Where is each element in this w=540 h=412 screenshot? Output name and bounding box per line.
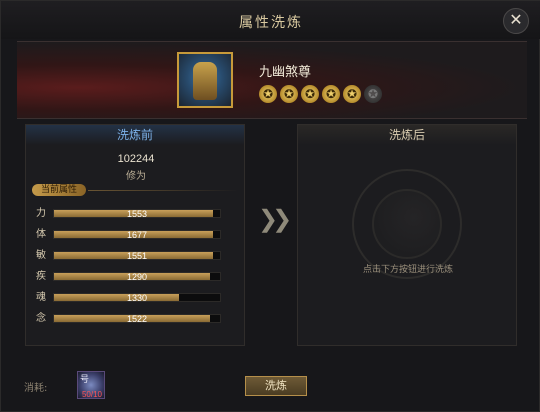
before-panel: 洗炼前 102244 修为 当前属性 力 1553 体 1677 敏 1551 疾 1290 魂… xyxy=(25,124,245,346)
stat-label: 力 xyxy=(36,208,46,219)
stat-label: 疾 xyxy=(36,271,46,282)
stat-value: 1551 xyxy=(126,251,148,261)
refine-window: 属性洗炼 ✕ 九幽煞尊 ✪ ✪ ✪ ✪ ✪ ✪ 洗炼前 102244 修为 当前属性 力1… xyxy=(0,0,540,412)
after-header: 洗炼后 xyxy=(298,125,516,145)
stat-row: 体 1677 xyxy=(36,228,236,242)
star-filled-icon: ✪ xyxy=(301,85,319,103)
stat-value: 1330 xyxy=(126,293,148,303)
refine-hint: 点击下方按钮进行洗炼 xyxy=(362,265,453,275)
current-attributes-tag: 当前属性 xyxy=(32,184,86,196)
star-filled-icon: ✪ xyxy=(343,85,361,103)
stat-row: 念 1522 xyxy=(36,312,236,326)
hero-portrait xyxy=(177,52,233,108)
power-label: 修为 xyxy=(126,171,146,182)
stat-label: 念 xyxy=(36,313,46,324)
stat-value: 1677 xyxy=(126,230,148,240)
cost-quantity: 50/10 xyxy=(81,390,103,399)
refine-button[interactable]: 洗炼 xyxy=(245,376,307,396)
stat-row: 敏 1551 xyxy=(36,249,236,263)
emblem-inner xyxy=(372,189,442,259)
hero-banner xyxy=(17,41,527,119)
stat-label: 体 xyxy=(36,229,46,240)
refine-stone-icon: 号 xyxy=(80,375,90,385)
stat-value: 1290 xyxy=(126,272,148,282)
before-header: 洗炼前 xyxy=(26,125,244,145)
cost-label: 消耗: xyxy=(24,383,48,394)
power-value: 102244 xyxy=(117,153,155,165)
star-filled-icon: ✪ xyxy=(322,85,340,103)
stat-row: 力 1553 xyxy=(36,207,236,221)
title-bar: 属性洗炼 ✕ xyxy=(1,1,540,39)
star-empty-icon: ✪ xyxy=(364,85,382,103)
after-panel: 洗炼后 点击下方按钮进行洗炼 xyxy=(297,124,517,346)
star-filled-icon: ✪ xyxy=(280,85,298,103)
close-button[interactable]: ✕ xyxy=(503,8,529,34)
hero-figure-icon xyxy=(193,62,217,100)
hero-stars: ✪ ✪ ✪ ✪ ✪ ✪ xyxy=(259,85,385,105)
hero-name: 九幽煞尊 xyxy=(259,65,312,80)
stat-label: 魂 xyxy=(36,292,46,303)
stat-row: 疾 1290 xyxy=(36,270,236,284)
stat-row: 魂 1330 xyxy=(36,291,236,305)
stat-value: 1553 xyxy=(126,209,148,219)
star-filled-icon: ✪ xyxy=(259,85,277,103)
window-title: 属性洗炼 xyxy=(239,15,303,31)
tag-divider xyxy=(88,190,238,191)
cost-item-slot[interactable]: 号 50/10 xyxy=(77,371,105,399)
stat-label: 敏 xyxy=(36,250,46,261)
arrow-icon: ❯❯ xyxy=(258,206,292,233)
stat-value: 1522 xyxy=(126,314,148,324)
